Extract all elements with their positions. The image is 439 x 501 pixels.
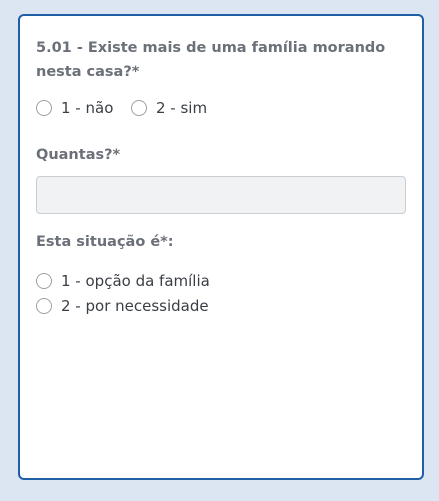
quantity-label: Quantas?* (36, 147, 121, 163)
radio-label-necessidade: 2 - por necessidade (61, 297, 209, 315)
radio-label-opcao-familia: 1 - opção da família (61, 272, 210, 290)
form-card: 5.01 - Existe mais de uma família morand… (18, 14, 424, 480)
radio-option-nao[interactable]: 1 - não (36, 98, 113, 118)
radio-label-sim: 2 - sim (156, 99, 208, 117)
radio-circle-icon[interactable] (36, 273, 52, 289)
quantity-input[interactable] (36, 176, 406, 214)
question-family-title: 5.01 - Existe mais de uma família morand… (36, 40, 386, 80)
radio-circle-icon[interactable] (36, 100, 52, 116)
situation-label: Esta situação é*: (36, 234, 174, 250)
radio-circle-icon[interactable] (36, 298, 52, 314)
radio-option-opcao-familia[interactable]: 1 - opção da família (36, 271, 210, 291)
radio-circle-icon[interactable] (131, 100, 147, 116)
radio-option-necessidade[interactable]: 2 - por necessidade (36, 296, 209, 316)
radio-option-sim[interactable]: 2 - sim (131, 98, 207, 118)
radio-label-nao: 1 - não (61, 99, 114, 117)
